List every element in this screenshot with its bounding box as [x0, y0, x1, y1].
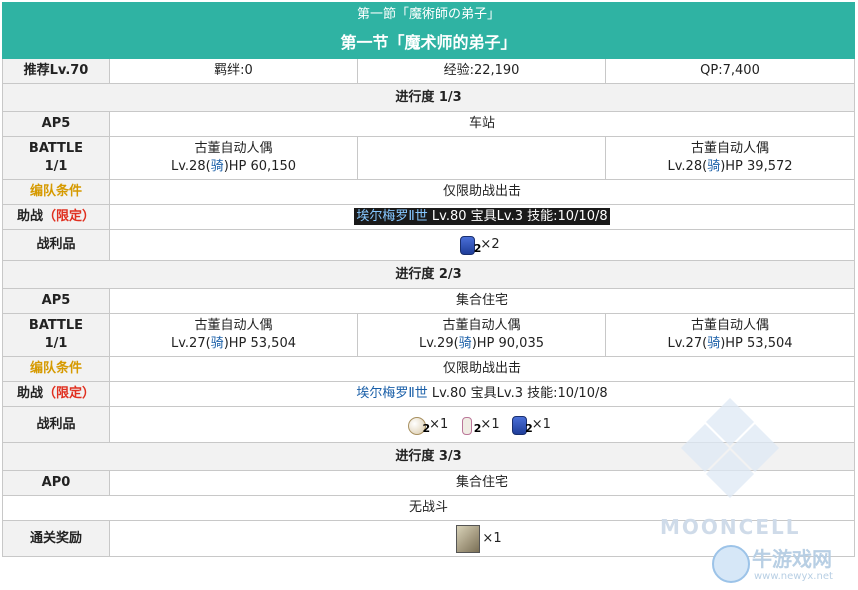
enemy-cell: 古董自动人偶 Lv.29(骑)HP 90,035 — [357, 313, 606, 357]
cn-title: 第一节「魔术师的弟子」 — [1, 27, 856, 59]
bond-value: 羁绊:0 — [109, 58, 358, 84]
recommended-level: 推荐Lv.70 — [2, 58, 110, 84]
blue-gem-icon[interactable]: 2 — [458, 235, 481, 255]
jp-title: 第一節「魔術師の弟子」 — [1, 2, 856, 28]
site-url: www.newyx.net — [754, 571, 833, 582]
location-2: 集合住宅 — [108, 288, 856, 314]
formation-text-2: 仅限助战出击 — [108, 356, 856, 382]
support-servant-1[interactable]: 埃尔梅罗Ⅱ世 Lv.80 宝具Lv.3 技能:10/10/8 — [108, 204, 856, 230]
location-1: 车站 — [108, 111, 856, 137]
qp-value: QP:7,400 — [604, 58, 856, 84]
ap-cost-2: AP5 — [2, 288, 110, 314]
support-label: 助战（限定） — [2, 204, 110, 230]
enemy-cell-empty — [357, 136, 606, 180]
formation-label: 编队条件 — [2, 179, 110, 205]
support-label: 助战（限定） — [2, 381, 110, 407]
bone-icon[interactable]: 2 — [458, 415, 481, 435]
cow-logo-icon — [712, 545, 750, 583]
servant-link[interactable]: 埃尔梅罗Ⅱ世 — [356, 209, 427, 224]
blue-gem-icon[interactable]: 2 — [510, 415, 533, 435]
enemy-cell: 古董自动人偶 Lv.28(骑)HP 60,150 — [109, 136, 358, 180]
clear-reward-label: 通关奖励 — [2, 520, 110, 557]
battle-wave-2: BATTLE 1/1 — [2, 313, 110, 357]
formation-text-1: 仅限助战出击 — [108, 179, 856, 205]
ap-cost-3: AP0 — [2, 470, 110, 496]
formation-label: 编队条件 — [2, 356, 110, 382]
enemy-cell: 古董自动人偶 Lv.27(骑)HP 53,504 — [604, 313, 856, 357]
drops-1: 2 ×2 — [108, 229, 856, 261]
drops-label: 战利品 — [2, 229, 110, 261]
ap-cost-1: AP5 — [2, 111, 110, 137]
progress-header-1: 进行度 1/3 — [1, 83, 856, 112]
battle-wave-1: BATTLE 1/1 — [2, 136, 110, 180]
progress-header-2: 进行度 2/3 — [1, 260, 856, 289]
servant-link[interactable]: 埃尔梅罗Ⅱ世 — [356, 386, 427, 401]
mooncell-text: MOONCELL — [660, 515, 801, 539]
site-watermark: 牛游戏网 www.newyx.net — [712, 545, 858, 590]
exp-value: 经验:22,190 — [357, 58, 606, 84]
drops-label: 战利品 — [2, 406, 110, 443]
site-name: 牛游戏网 — [752, 547, 832, 571]
orb-icon[interactable]: 2 — [407, 415, 430, 435]
enemy-cell: 古董自动人偶 Lv.27(骑)HP 53,504 — [109, 313, 358, 357]
enemy-cell: 古董自动人偶 Lv.28(骑)HP 39,572 — [604, 136, 856, 180]
craft-essence-card-icon[interactable] — [456, 524, 481, 553]
mooncell-watermark: MOONCELL — [660, 395, 800, 545]
